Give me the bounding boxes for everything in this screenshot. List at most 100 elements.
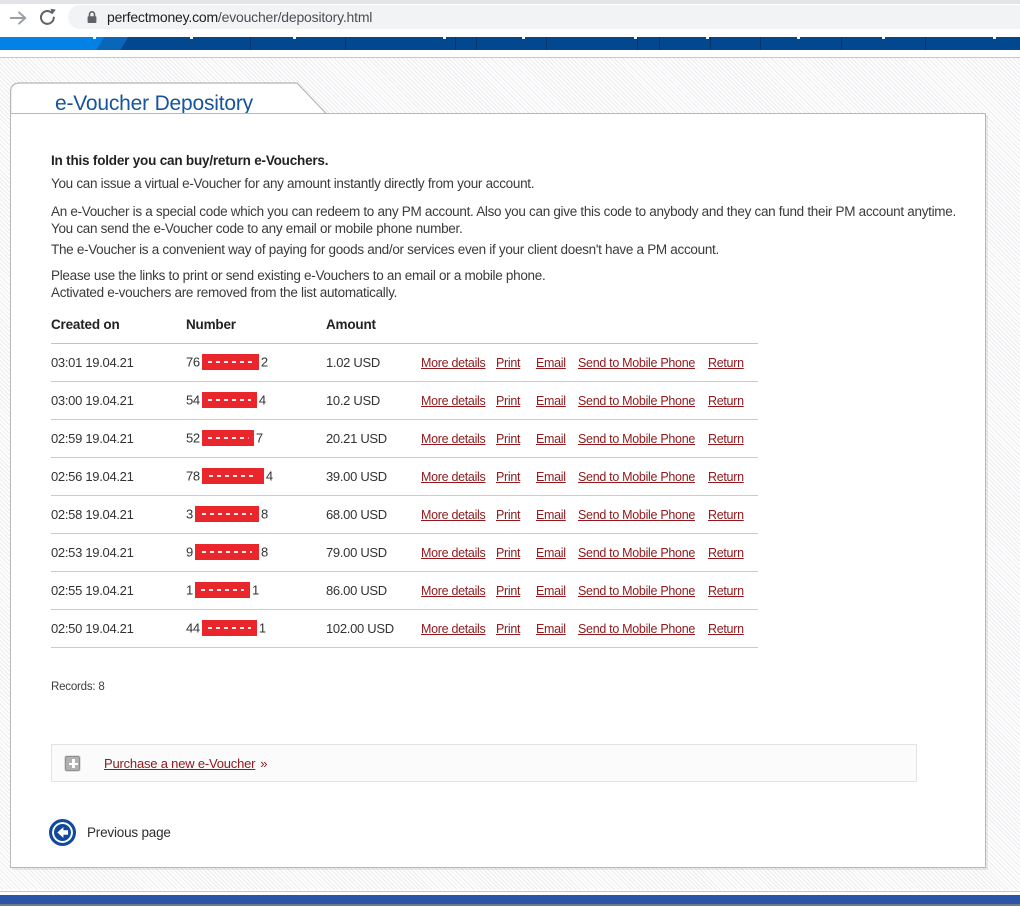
print-link[interactable]: Print <box>496 508 521 522</box>
email-link[interactable]: Email <box>536 584 566 598</box>
number-prefix: 54 <box>186 391 200 407</box>
table-body: 03:01 19.04.21 76 2 1.02 USD More details… <box>51 343 758 648</box>
email-link[interactable]: Email <box>536 622 566 636</box>
lock-icon <box>87 10 97 23</box>
amount-cell: 86.00 USD <box>326 571 421 610</box>
amount-cell: 10.2 USD <box>326 381 421 420</box>
plus-icon <box>65 755 80 771</box>
created-on-cell: 02:58 19.04.21 <box>51 495 186 534</box>
amount-cell: 1.02 USD <box>326 343 421 382</box>
print-link[interactable]: Print <box>496 584 521 598</box>
previous-page-label[interactable]: Previous page <box>87 825 171 840</box>
url-bar[interactable]: perfectmoney.com/evoucher/depository.htm… <box>68 5 1020 29</box>
more-details-link[interactable]: More details <box>421 584 486 598</box>
col-header-actions <box>421 317 758 344</box>
send-to-mobile-link[interactable]: Send to Mobile Phone <box>578 356 695 370</box>
back-arrow-icon[interactable] <box>49 819 76 846</box>
return-link[interactable]: Return <box>708 356 744 370</box>
number-prefix: 44 <box>186 619 200 635</box>
return-link[interactable]: Return <box>708 622 744 636</box>
table-row: 03:00 19.04.21 54 4 10.2 USD More details… <box>51 381 758 420</box>
created-on-cell: 02:56 19.04.21 <box>51 457 186 496</box>
more-details-link[interactable]: More details <box>421 470 486 484</box>
description-paragraph: The e-Voucher is a convenient way of pay… <box>51 242 719 257</box>
more-details-link[interactable]: More details <box>421 356 486 370</box>
number-cell: 98 <box>186 533 326 572</box>
more-details-link[interactable]: More details <box>421 394 486 408</box>
nav-highlight-segment <box>0 37 108 50</box>
email-link[interactable]: Email <box>536 470 566 484</box>
return-link[interactable]: Return <box>708 470 744 484</box>
col-header-amount: Amount <box>326 317 421 344</box>
table-header-row: Created on Number Amount <box>51 317 758 344</box>
return-link[interactable]: Return <box>708 508 744 522</box>
reload-icon[interactable] <box>38 8 57 27</box>
more-details-link[interactable]: More details <box>421 432 486 446</box>
email-link[interactable]: Email <box>536 432 566 446</box>
send-to-mobile-link[interactable]: Send to Mobile Phone <box>578 546 695 560</box>
content-panel: In this folder you can buy/return e-Vouc… <box>10 113 986 868</box>
email-link[interactable]: Email <box>536 508 566 522</box>
number-cell: 76 2 <box>186 343 326 382</box>
print-link[interactable]: Print <box>496 356 521 370</box>
number-suffix: 4 <box>265 467 273 483</box>
print-link[interactable]: Print <box>496 470 521 484</box>
return-link[interactable]: Return <box>708 546 744 560</box>
number-prefix: 9 <box>186 543 193 559</box>
table-row: 02:53 19.04.21 98 79.00 USD More details… <box>51 533 758 572</box>
print-link[interactable]: Print <box>496 622 521 636</box>
number-suffix: 8 <box>260 505 268 521</box>
return-link[interactable]: Return <box>708 394 744 408</box>
email-link[interactable]: Email <box>536 546 566 560</box>
print-link[interactable]: Print <box>496 394 521 408</box>
table-row: 02:50 19.04.21 44 1 102.00 USD More detai… <box>51 609 758 648</box>
send-to-mobile-link[interactable]: Send to Mobile Phone <box>578 584 695 598</box>
more-details-link[interactable]: More details <box>421 622 486 636</box>
nav-text-remnant <box>522 37 525 39</box>
amount-cell: 79.00 USD <box>326 533 421 572</box>
purchase-voucher-link[interactable]: Purchase a new e-Voucher <box>104 756 255 771</box>
nav-text-remnant <box>706 37 709 39</box>
previous-page-control: Previous page <box>49 819 171 846</box>
browser-tabstrip <box>0 0 1020 4</box>
number-suffix: 1 <box>258 619 266 635</box>
send-to-mobile-link[interactable]: Send to Mobile Phone <box>578 394 695 408</box>
return-link[interactable]: Return <box>708 584 744 598</box>
print-link[interactable]: Print <box>496 546 521 560</box>
email-link[interactable]: Email <box>536 356 566 370</box>
nav-text-remnant <box>993 37 996 39</box>
nav-text-remnant <box>293 37 296 39</box>
number-cell: 44 1 <box>186 609 326 648</box>
nav-separator <box>476 37 477 50</box>
number-suffix: 8 <box>260 543 268 559</box>
table-row: 03:01 19.04.21 76 2 1.02 USD More details… <box>51 343 758 382</box>
nav-separator <box>637 37 638 50</box>
col-header-number: Number <box>186 317 326 344</box>
send-to-mobile-link[interactable]: Send to Mobile Phone <box>578 470 695 484</box>
number-suffix: 7 <box>255 429 263 445</box>
return-link[interactable]: Return <box>708 432 744 446</box>
created-on-cell: 02:55 19.04.21 <box>51 571 186 610</box>
records-count: Records: 8 <box>51 681 105 693</box>
redaction-box <box>194 581 250 598</box>
more-details-link[interactable]: More details <box>421 546 486 560</box>
number-cell: 54 4 <box>186 381 326 420</box>
redaction-box <box>201 429 254 446</box>
number-prefix: 76 <box>186 353 200 369</box>
amount-cell: 39.00 USD <box>326 457 421 496</box>
number-suffix: 1 <box>251 581 259 597</box>
send-to-mobile-link[interactable]: Send to Mobile Phone <box>578 622 695 636</box>
email-link[interactable]: Email <box>536 394 566 408</box>
nav-text-remnant <box>882 37 885 39</box>
send-to-mobile-link[interactable]: Send to Mobile Phone <box>578 508 695 522</box>
redaction-box <box>201 467 264 484</box>
created-on-cell: 03:00 19.04.21 <box>51 381 186 420</box>
send-to-mobile-link[interactable]: Send to Mobile Phone <box>578 432 695 446</box>
more-details-link[interactable]: More details <box>421 508 486 522</box>
nav-text-remnant <box>190 37 193 39</box>
url-domain: perfectmoney.com <box>107 9 218 25</box>
redaction-box <box>194 505 259 522</box>
print-link[interactable]: Print <box>496 432 521 446</box>
top-nav-bar[interactable] <box>0 37 1020 50</box>
forward-icon[interactable] <box>8 8 28 28</box>
